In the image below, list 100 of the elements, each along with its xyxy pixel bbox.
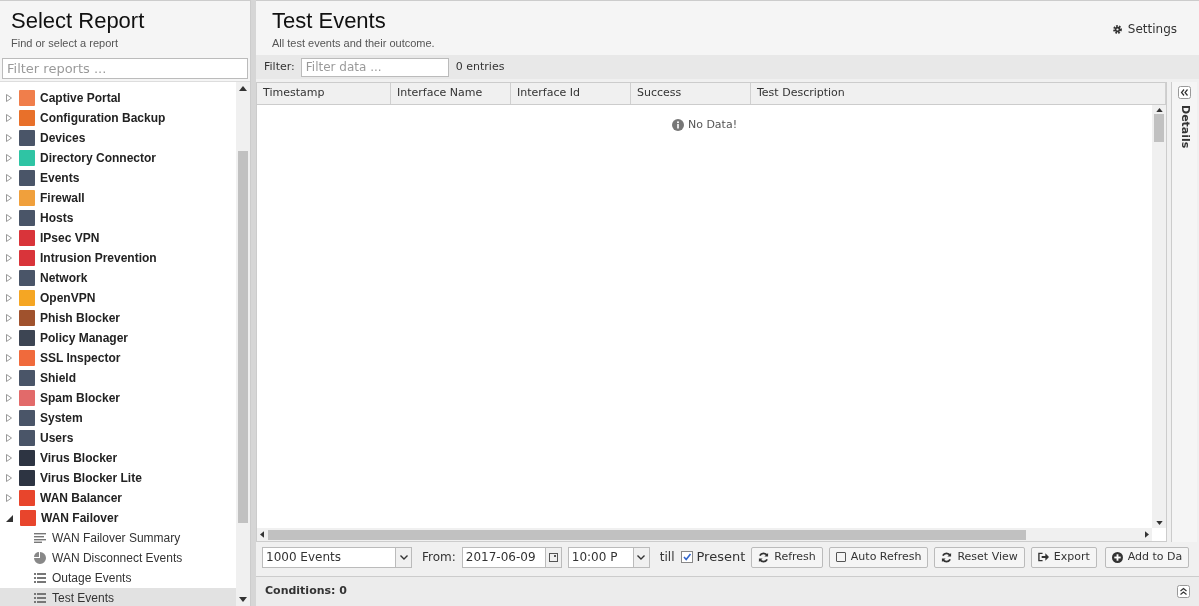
settings-button[interactable]: Settings [1111, 20, 1177, 38]
expand-triangle-icon[interactable] [6, 114, 12, 122]
column-header[interactable]: Interface Name [391, 83, 511, 104]
expand-triangle-icon[interactable] [6, 274, 12, 282]
expand-triangle-icon[interactable] [6, 214, 12, 222]
tree-item[interactable]: Directory Connector [40, 149, 157, 167]
settings-icon [1111, 23, 1123, 35]
report-item[interactable]: Outage Events [0, 568, 236, 588]
chevron-down-icon[interactable] [637, 554, 646, 560]
expand-triangle-icon[interactable] [6, 334, 12, 342]
conditions-label: Conditions: 0 [265, 583, 348, 600]
column-header[interactable]: Interface Id [511, 83, 631, 104]
tree-item[interactable]: Policy Manager [40, 329, 129, 347]
tree-item[interactable]: Phish Blocker [40, 309, 121, 327]
expand-triangle-icon[interactable] [6, 314, 12, 322]
checkmark-icon [681, 552, 692, 562]
list-icon [34, 593, 46, 603]
export-button[interactable]: Export [1030, 546, 1097, 568]
details-label: Details [1177, 105, 1193, 149]
details-panel[interactable]: Details [1171, 82, 1197, 542]
filter-label: Filter: [264, 58, 295, 75]
export-icon [1037, 552, 1049, 562]
list-icon [34, 573, 46, 583]
tree-item[interactable]: IPsec VPN [40, 229, 100, 247]
expand-triangle-icon[interactable] [6, 194, 12, 202]
scroll-right-icon[interactable] [1145, 531, 1149, 538]
tree-item[interactable]: Devices [40, 129, 86, 147]
chevron-down-icon[interactable] [399, 554, 408, 560]
event-limit-dropdown[interactable]: 1000 Events [262, 546, 412, 568]
tree-item[interactable]: Virus Blocker Lite [40, 469, 142, 487]
tree-item[interactable]: SSL Inspector [40, 349, 121, 367]
report-subtitle: All test events and their outcome. [272, 36, 436, 51]
scroll-thumb[interactable] [238, 151, 248, 523]
filter-field[interactable]: Filter reports ... [2, 58, 248, 79]
expand-triangle-icon[interactable] [6, 494, 12, 502]
tree-item[interactable]: WAN Balancer [40, 489, 123, 507]
tree-item[interactable]: OpenVPN [40, 289, 96, 307]
add-icon [1111, 551, 1123, 563]
scrollbar[interactable] [236, 82, 250, 606]
refresh-icon [758, 551, 770, 563]
till-label: till [659, 549, 675, 566]
scroll-down-icon[interactable] [1155, 521, 1163, 525]
expand-triangle-icon[interactable] [6, 174, 12, 182]
expand-triangle-icon[interactable] [6, 234, 12, 242]
add-to-dashboard-button[interactable]: Add to Da [1104, 546, 1190, 568]
collapse-triangle-icon[interactable] [6, 514, 13, 522]
tree-item[interactable]: Users [40, 429, 74, 447]
tree-item[interactable]: WAN Failover [41, 509, 119, 527]
scroll-up-icon[interactable] [1155, 108, 1163, 112]
scroll-left-icon[interactable] [260, 531, 264, 538]
report-item[interactable]: WAN Failover Summary [0, 528, 236, 548]
text-lines-icon [34, 533, 46, 543]
expand-triangle-icon[interactable] [6, 154, 12, 162]
calendar-icon[interactable] [548, 552, 558, 562]
expand-triangle-icon[interactable] [6, 294, 12, 302]
collapse-icon[interactable] [1177, 585, 1190, 598]
expand-triangle-icon[interactable] [6, 474, 12, 482]
present-checkbox[interactable]: Present [680, 547, 746, 567]
expand-icon[interactable] [1178, 86, 1191, 99]
tree-item[interactable]: Shield [40, 369, 76, 387]
expand-triangle-icon[interactable] [6, 254, 12, 262]
tree-item[interactable]: Virus Blocker [40, 449, 118, 467]
horizontal-scrollbar[interactable] [257, 528, 1152, 541]
scroll-thumb[interactable] [1154, 114, 1164, 142]
refresh-button[interactable]: Refresh [751, 546, 823, 568]
expand-triangle-icon[interactable] [6, 94, 12, 102]
expand-triangle-icon[interactable] [6, 354, 12, 362]
tree-item[interactable]: Spam Blocker [40, 389, 121, 407]
scroll-down-icon[interactable] [239, 597, 247, 602]
time-dropdown[interactable]: 10:00 P [567, 546, 650, 568]
report-item[interactable]: WAN Disconnect Events [0, 548, 236, 568]
vertical-scrollbar[interactable] [1152, 105, 1166, 528]
auto-refresh-button[interactable]: Auto Refresh [828, 546, 929, 568]
tree-item[interactable]: Intrusion Prevention [40, 249, 157, 267]
info-icon [671, 119, 684, 131]
tree-item[interactable]: Configuration Backup [40, 109, 166, 127]
column-header[interactable]: Timestamp [257, 83, 391, 104]
scroll-up-icon[interactable] [239, 86, 247, 91]
column-header[interactable]: Success [631, 83, 751, 104]
date-field[interactable]: 2017-06-09 [461, 546, 562, 568]
expand-triangle-icon[interactable] [6, 434, 12, 442]
reset-view-button[interactable]: Reset View [934, 546, 1025, 568]
panel-subtitle: Find or select a report [11, 36, 119, 51]
panel-title: Select Report [11, 7, 146, 35]
expand-triangle-icon[interactable] [6, 454, 12, 462]
column-header[interactable]: Test Description [751, 83, 1166, 104]
expand-triangle-icon[interactable] [6, 374, 12, 382]
entry-count: 0 entries [455, 58, 505, 75]
expand-triangle-icon[interactable] [6, 394, 12, 402]
expand-triangle-icon[interactable] [6, 134, 12, 142]
scroll-thumb[interactable] [268, 529, 1026, 540]
tree-item[interactable]: Network [40, 269, 88, 287]
tree-item[interactable]: Firewall [40, 189, 85, 207]
expand-triangle-icon[interactable] [6, 414, 12, 422]
filter-field[interactable]: Filter data ... [300, 57, 449, 77]
tree-item[interactable]: Events [40, 169, 80, 187]
report-item[interactable]: Test Events [0, 588, 236, 606]
tree-item[interactable]: System [40, 409, 83, 427]
tree-item[interactable]: Hosts [40, 209, 74, 227]
tree-item[interactable]: Captive Portal [40, 89, 121, 107]
